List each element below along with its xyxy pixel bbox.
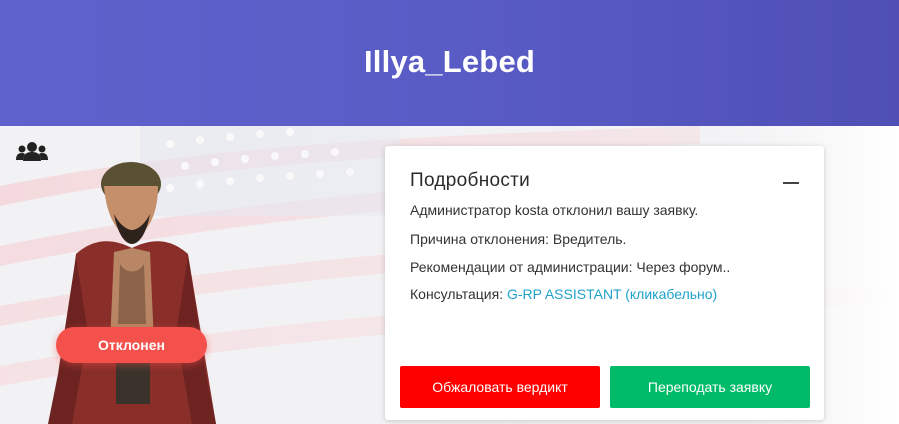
admin-decision-text: Администратор kosta отклонил вашу заявку… [410,202,699,218]
character-skin-image [48,162,216,424]
recommendation-text: Рекомендации от администрации: Через фор… [410,259,731,275]
page-header: Illya_Lebed [0,0,899,126]
consultation-label: Консультация: [410,286,507,302]
resubmit-application-button[interactable]: Переподать заявку [610,366,810,408]
minus-icon[interactable] [783,182,799,184]
rejection-reason-text: Причина отклонения: Вредитель. [410,231,627,247]
appeal-verdict-button[interactable]: Обжаловать вердикт [400,366,600,408]
status-badge: Отклонен [56,327,207,363]
page-title: Illya_Lebed [363,44,536,79]
consultation-row: Консультация: G-RP ASSISTANT (кликабельн… [410,286,717,302]
card-title: Подробности [410,170,531,191]
details-card: Подробности Администратор kosta отклонил… [385,146,824,420]
consultation-link[interactable]: G-RP ASSISTANT (кликабельно) [507,286,717,302]
